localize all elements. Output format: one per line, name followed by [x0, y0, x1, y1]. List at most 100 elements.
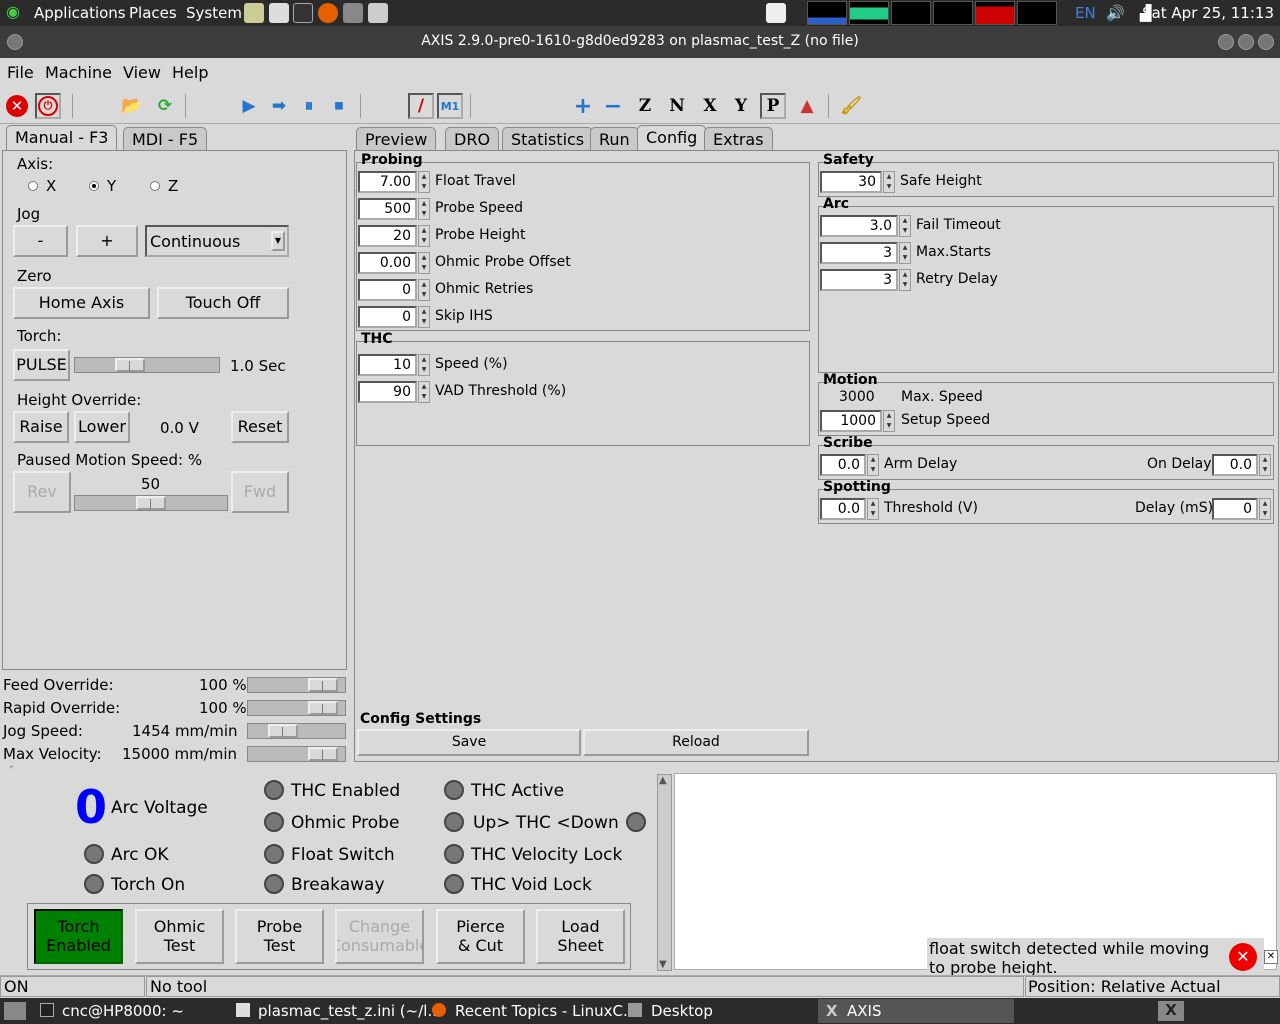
jog-mode-select[interactable]: Continuous ▼: [145, 225, 289, 257]
home-axis-button[interactable]: Home Axis: [13, 287, 150, 319]
probe-height-spin-arrows[interactable]: ▲ ▼: [418, 225, 430, 247]
pulse-time-slider[interactable]: [74, 357, 220, 373]
ohmic-retries-field[interactable]: 0: [358, 279, 417, 301]
task-axis[interactable]: AXIS: [847, 1002, 881, 1020]
tab-mdi[interactable]: MDI - F5: [123, 127, 208, 152]
float-travel-spin-arrows[interactable]: ▲ ▼: [418, 171, 430, 193]
skip-ihs-spin-arrows[interactable]: ▲ ▼: [418, 306, 430, 328]
spot-threshold-field[interactable]: 0.0: [820, 498, 866, 520]
ohmic-test-button[interactable]: Ohmic Test: [135, 909, 224, 964]
power-icon[interactable]: ⏻: [38, 96, 58, 116]
fail-timeout-field[interactable]: 3.0: [820, 215, 898, 237]
touch-off-button[interactable]: Touch Off: [157, 287, 289, 319]
ohmic-probe-offset-spin-arrows[interactable]: ▲ ▼: [418, 252, 430, 274]
task-editor[interactable]: plasmac_test_z.ini (~/l...: [258, 1002, 442, 1020]
pierce-cut-button[interactable]: Pierce & Cut: [436, 909, 525, 964]
probe-height-field[interactable]: 20: [358, 225, 417, 247]
probe-speed-field[interactable]: 500: [358, 198, 417, 220]
view-z-icon[interactable]: Z: [632, 93, 658, 119]
slider-handle[interactable]: [136, 496, 166, 510]
slider-handle[interactable]: [308, 678, 338, 692]
slider-handle[interactable]: [268, 724, 298, 738]
vad-threshold-field[interactable]: 90: [358, 381, 417, 403]
dismiss-notification-icon[interactable]: ✕: [1264, 950, 1278, 964]
tab-config[interactable]: Config: [637, 125, 707, 151]
axis-z-label[interactable]: Z: [168, 177, 178, 195]
clock[interactable]: Sat Apr 25, 11:13: [1142, 4, 1274, 22]
arm-delay-field[interactable]: 0.0: [820, 454, 866, 476]
jog-speed-slider[interactable]: [247, 723, 346, 739]
reload-icon[interactable]: ⟳: [152, 93, 178, 119]
paused-speed-slider[interactable]: [74, 495, 228, 511]
on-delay-field[interactable]: 0.0: [1212, 454, 1258, 476]
axis-z-radio[interactable]: [150, 181, 160, 191]
window-menu-icon[interactable]: [7, 34, 23, 50]
safe-height-spin-arrows[interactable]: ▲ ▼: [883, 171, 895, 193]
raise-button[interactable]: Raise: [13, 411, 69, 443]
pulse-button[interactable]: PULSE: [13, 349, 70, 381]
view-p-icon[interactable]: P: [760, 93, 786, 119]
max-starts-field[interactable]: 3: [820, 242, 898, 264]
setup-speed-field[interactable]: 1000: [820, 410, 882, 432]
ohmic-retries-spin-arrows[interactable]: ▲ ▼: [418, 279, 430, 301]
feed-override-slider[interactable]: [247, 677, 346, 693]
open-file-icon[interactable]: 📂: [119, 93, 145, 119]
optional-stop-icon[interactable]: M1: [437, 93, 463, 119]
spot-threshold-spin-arrows[interactable]: ▲ ▼: [867, 498, 879, 520]
axis-y-label[interactable]: Y: [107, 177, 116, 195]
tab-manual[interactable]: Manual - F3: [6, 125, 118, 151]
ohmic-probe-offset-field[interactable]: 0.00: [358, 252, 417, 274]
task-terminal[interactable]: cnc@HP8000: ~: [62, 1002, 184, 1020]
load-sheet-button[interactable]: Load Sheet: [536, 909, 625, 964]
probe-speed-spin-arrows[interactable]: ▲ ▼: [418, 198, 430, 220]
menu-applications[interactable]: Applications: [34, 4, 126, 22]
firefox-launcher-icon[interactable]: [318, 3, 338, 23]
change-consumable-button[interactable]: Change Consumable: [335, 909, 424, 964]
safe-height-field[interactable]: 30: [820, 171, 882, 193]
keyboard-layout[interactable]: EN: [1075, 4, 1096, 22]
block-delete-icon[interactable]: /: [408, 93, 434, 119]
on-delay-spin-arrows[interactable]: ▲ ▼: [1259, 454, 1271, 476]
clipboard-icon[interactable]: [766, 3, 786, 23]
fwd-button[interactable]: Fwd: [231, 471, 289, 513]
minimize-button[interactable]: [1218, 34, 1234, 50]
tab-extras[interactable]: Extras: [704, 127, 773, 152]
scroll-down-icon[interactable]: ▼: [659, 959, 667, 970]
task-browser[interactable]: Recent Topics - LinuxC...: [455, 1002, 637, 1020]
view-z2-icon[interactable]: N: [664, 93, 690, 119]
setup-speed-spin-arrows[interactable]: ▲ ▼: [883, 410, 895, 432]
speed-field[interactable]: 10: [358, 354, 417, 376]
rapid-override-slider[interactable]: [247, 700, 346, 716]
step-icon[interactable]: ➡: [266, 93, 292, 119]
clear-plot-icon[interactable]: 🖌: [838, 93, 864, 119]
settings-launcher-icon[interactable]: [343, 3, 363, 23]
task-desktop[interactable]: Desktop: [651, 1002, 713, 1020]
message-scrollbar[interactable]: ▲ ▼: [657, 774, 672, 971]
files-launcher-icon[interactable]: [269, 3, 289, 23]
close-button[interactable]: [1258, 34, 1274, 50]
spot-delay-field[interactable]: 0: [1212, 498, 1258, 520]
monitor-launcher-icon[interactable]: [244, 3, 264, 23]
torch-enabled-button[interactable]: Torch Enabled: [34, 909, 123, 964]
volume-icon[interactable]: 🔊: [1106, 4, 1125, 22]
probe-test-button[interactable]: Probe Test: [235, 909, 324, 964]
terminal-launcher-icon[interactable]: [293, 3, 313, 23]
lower-button[interactable]: Lower: [74, 411, 130, 443]
view-y-icon[interactable]: Y: [728, 93, 754, 119]
stop-icon[interactable]: ⏹: [326, 93, 352, 119]
reset-button[interactable]: Reset: [231, 411, 289, 443]
tab-preview[interactable]: Preview: [356, 127, 437, 152]
menu-system[interactable]: System: [186, 4, 242, 22]
view-x-icon[interactable]: X: [697, 93, 723, 119]
pause-icon[interactable]: ⏸: [296, 93, 322, 119]
skip-ihs-field[interactable]: 0: [358, 306, 417, 328]
estop-icon[interactable]: ✕: [6, 95, 28, 117]
show-desktop-icon[interactable]: [4, 1002, 26, 1020]
reload-button[interactable]: Reload: [583, 729, 809, 756]
axis-x-label[interactable]: X: [46, 177, 56, 195]
x-tray-icon[interactable]: X: [1158, 1001, 1184, 1021]
menu-places[interactable]: Places: [129, 4, 177, 22]
slider-handle[interactable]: [308, 747, 338, 761]
menu-file[interactable]: File: [7, 63, 34, 82]
zoom-in-icon[interactable]: +: [570, 93, 596, 119]
